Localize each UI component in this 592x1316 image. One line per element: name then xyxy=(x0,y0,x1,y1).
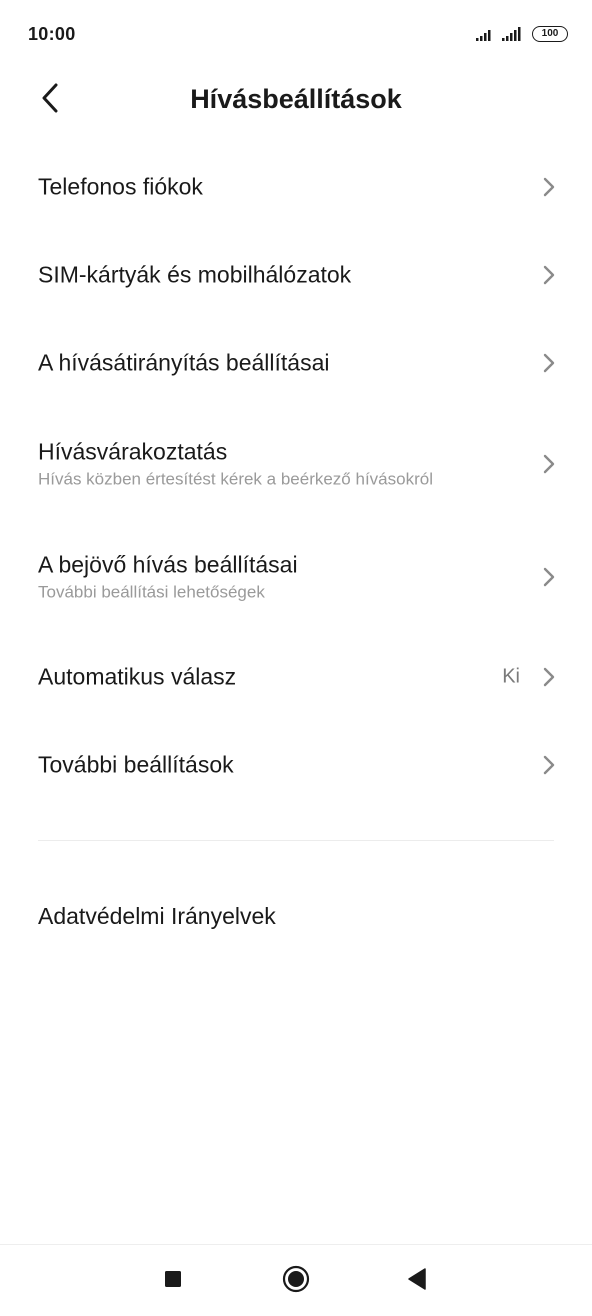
navigation-bar xyxy=(0,1244,592,1316)
list-item-call-waiting[interactable]: Hívásvárakoztatás Hívás közben értesítés… xyxy=(0,407,592,520)
item-title: SIM-kártyák és mobilhálózatok xyxy=(38,261,352,288)
item-text: Hívásvárakoztatás Hívás közben értesítés… xyxy=(38,438,512,489)
home-button[interactable] xyxy=(274,1259,318,1303)
list-item-additional-settings[interactable]: További beállítások xyxy=(0,721,592,809)
privacy-policy-link[interactable]: Adatvédelmi Irányelvek xyxy=(38,903,276,930)
chevron-right-icon xyxy=(542,566,556,588)
item-title: A bejövő hívás beállításai xyxy=(38,551,298,577)
item-text: SIM-kártyák és mobilhálózatok xyxy=(38,262,512,289)
item-title: Hívásvárakoztatás xyxy=(38,438,228,464)
item-title: Telefonos fiókok xyxy=(38,173,203,200)
page-title: Hívásbeállítások xyxy=(190,84,402,114)
list-item-auto-answer[interactable]: Automatikus válasz Ki xyxy=(0,633,592,721)
settings-list: Telefonos fiókok SIM-kártyák és mobilhál… xyxy=(0,143,592,809)
list-item-incoming-call-settings[interactable]: A bejövő hívás beállításai További beáll… xyxy=(0,520,592,633)
chevron-right-icon xyxy=(542,453,556,475)
item-text: Telefonos fiókok xyxy=(38,174,512,201)
chevron-right-icon xyxy=(542,754,556,776)
header: Hívásbeállítások xyxy=(0,70,592,132)
item-subtitle: Hívás közben értesítést kérek a beérkező… xyxy=(38,469,433,488)
item-title: További beállítások xyxy=(38,751,234,778)
status-icons: 100 xyxy=(476,24,568,44)
battery-level: 100 xyxy=(541,28,559,39)
status-bar: 10:00 100 xyxy=(0,0,592,70)
square-icon xyxy=(164,1270,182,1293)
item-value: Ki xyxy=(502,665,520,688)
item-text: A bejövő hívás beállításai További beáll… xyxy=(38,551,512,602)
chevron-right-icon xyxy=(542,352,556,374)
item-text: A hívásátirányítás beállításai xyxy=(38,350,512,377)
recents-button[interactable] xyxy=(151,1259,195,1303)
circle-icon xyxy=(282,1265,310,1298)
signal-sim2-icon xyxy=(502,27,526,41)
nav-back-button[interactable] xyxy=(395,1259,439,1303)
item-subtitle: További beállítási lehetőségek xyxy=(38,582,265,601)
status-time: 10:00 xyxy=(28,24,76,44)
item-text: További beállítások xyxy=(38,752,512,779)
list-item-sim-cards[interactable]: SIM-kártyák és mobilhálózatok xyxy=(0,231,592,319)
chevron-right-icon xyxy=(542,176,556,198)
item-title: A hívásátirányítás beállításai xyxy=(38,349,330,376)
list-item-phone-accounts[interactable]: Telefonos fiókok xyxy=(0,143,592,231)
item-title: Automatikus válasz xyxy=(38,663,237,690)
signal-sim1-icon xyxy=(476,27,496,41)
chevron-right-icon xyxy=(542,264,556,286)
triangle-left-icon xyxy=(407,1267,427,1295)
divider xyxy=(38,840,554,841)
list-item-call-forwarding[interactable]: A hívásátirányítás beállításai xyxy=(0,319,592,407)
battery-icon: 100 xyxy=(532,26,568,42)
chevron-right-icon xyxy=(542,666,556,688)
item-text: Automatikus válasz xyxy=(38,664,512,691)
